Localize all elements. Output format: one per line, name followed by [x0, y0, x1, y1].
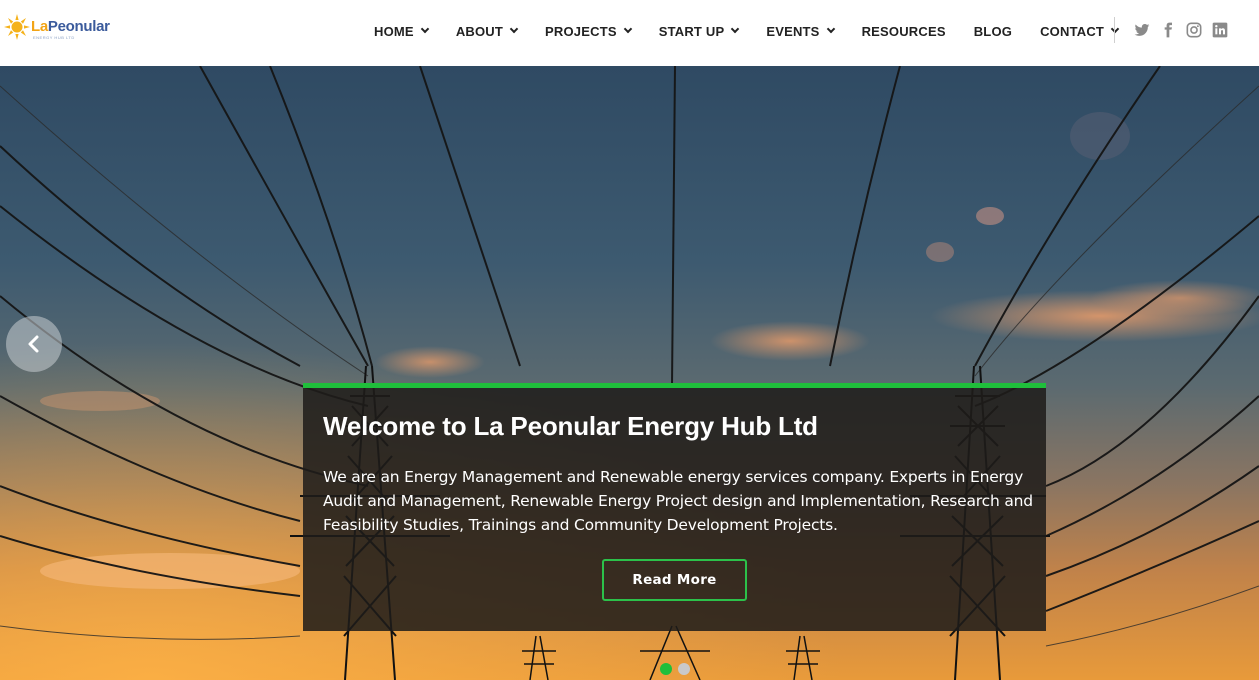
- slider-prev-button[interactable]: [6, 316, 62, 372]
- nav-label: EVENTS: [766, 23, 820, 39]
- read-more-button[interactable]: Read More: [602, 559, 747, 601]
- facebook-icon[interactable]: [1159, 20, 1177, 40]
- nav-item-contact[interactable]: CONTACT: [1026, 0, 1132, 62]
- nav-item-home[interactable]: HOME: [360, 0, 442, 62]
- chevron-down-icon: [1110, 24, 1120, 34]
- nav-item-start-up[interactable]: START UP: [645, 0, 753, 62]
- social-links: [1133, 20, 1229, 40]
- nav-item-blog[interactable]: BLOG: [960, 0, 1026, 62]
- site-logo[interactable]: LaPeonular ENERGY HUB LTD: [4, 12, 114, 44]
- logo-tagline: ENERGY HUB LTD: [33, 35, 75, 40]
- slider-dot-1[interactable]: [660, 663, 672, 675]
- slide-caption: Welcome to La Peonular Energy Hub Ltd We…: [303, 383, 1046, 631]
- nav-item-projects[interactable]: PROJECTS: [531, 0, 645, 62]
- nav-item-about[interactable]: ABOUT: [442, 0, 531, 62]
- sun-logo-icon: [4, 14, 30, 40]
- nav-label: ABOUT: [455, 23, 504, 39]
- slider-dot-2[interactable]: [678, 663, 690, 675]
- chevron-down-icon: [420, 24, 430, 34]
- chevron-down-icon: [623, 24, 632, 34]
- chevron-down-icon: [509, 24, 519, 34]
- chevron-down-icon: [731, 24, 740, 34]
- nav-divider: [1114, 17, 1115, 43]
- nav-label: START UP: [658, 23, 725, 39]
- nav-item-events[interactable]: EVENTS: [752, 0, 847, 62]
- nav-label: RESOURCES: [861, 23, 946, 39]
- instagram-icon[interactable]: [1185, 20, 1203, 40]
- twitter-icon[interactable]: [1133, 20, 1151, 40]
- linkedin-icon[interactable]: [1211, 20, 1229, 40]
- nav-label: BLOG: [973, 23, 1013, 39]
- nav-label: HOME: [374, 23, 414, 39]
- chevron-left-icon: [28, 335, 39, 353]
- chevron-down-icon: [826, 24, 835, 34]
- slide-description: We are an Energy Management and Renewabl…: [323, 468, 1033, 534]
- nav-item-resources[interactable]: RESOURCES: [848, 0, 960, 62]
- nav-label: CONTACT: [1040, 23, 1105, 39]
- main-nav: HOME ABOUT PROJECTS START UP EVENTS RESO…: [360, 0, 1132, 62]
- site-header: LaPeonular ENERGY HUB LTD HOME ABOUT PRO…: [0, 0, 1259, 66]
- slide-title: Welcome to La Peonular Energy Hub Ltd: [323, 411, 818, 441]
- logo-text: LaPeonular: [31, 18, 110, 35]
- nav-label: PROJECTS: [545, 23, 617, 39]
- slider-pagination: [660, 663, 690, 675]
